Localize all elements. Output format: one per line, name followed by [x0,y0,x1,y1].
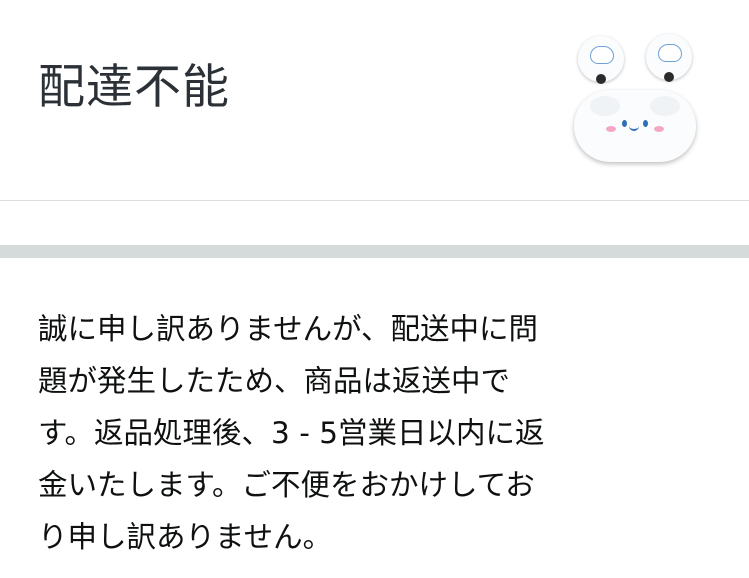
message-line: 題が発生したため、商品は返送中で [38,364,511,398]
message-line: り申し訳ありません。 [38,520,333,554]
charging-case-icon [574,90,696,162]
product-thumbnail[interactable] [572,30,702,164]
earbud-left-icon [578,36,624,84]
delivery-issue-message: 誠に申し訳ありませんが、配送中に問 題が発生したため、商品は返送中で す。返品処… [38,303,698,563]
message-line: す。返品処理後、3 - 5営業日以内に返 [38,416,545,450]
message-line: 金いたします。ご不便をおかけしてお [38,468,535,502]
section-spacer [0,201,749,245]
delivery-status-title: 配達不能 [38,60,230,115]
message-line: 誠に申し訳ありませんが、配送中に問 [38,312,539,346]
section-divider [0,245,749,258]
earbud-right-icon [646,34,692,82]
delivery-status-header: 配達不能 [0,0,749,201]
